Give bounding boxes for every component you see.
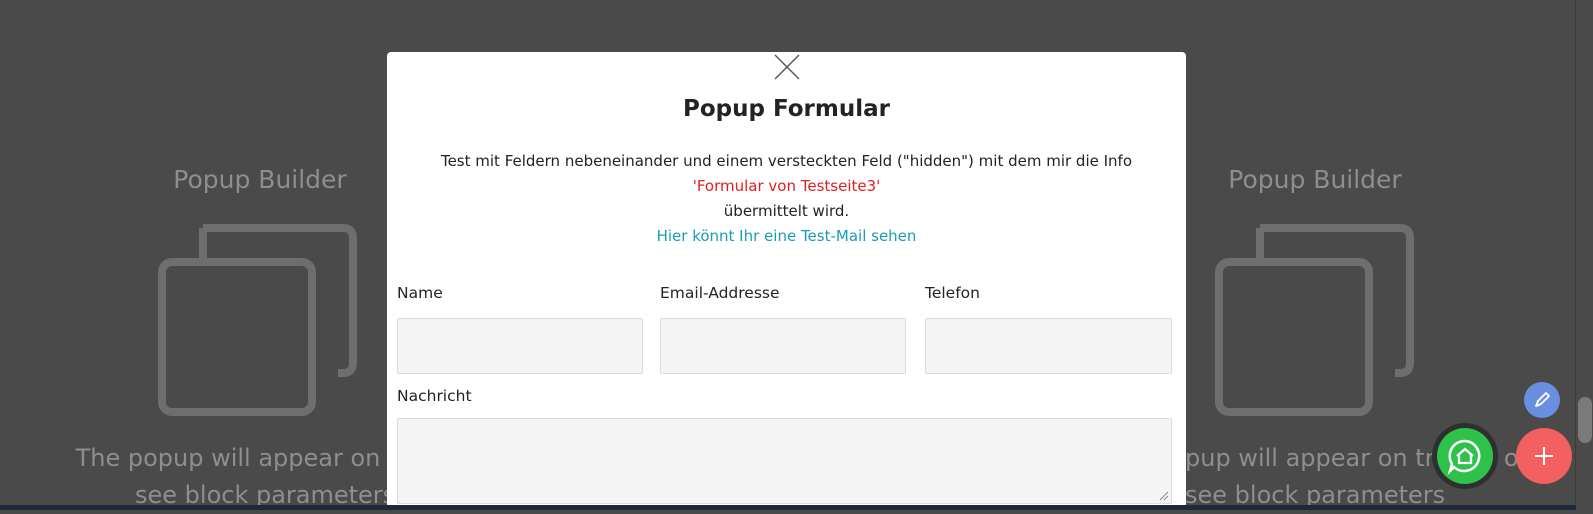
popup-modal: Popup Formular Test mit Feldern nebenein…: [387, 52, 1186, 510]
popup-builder-icon: [1215, 218, 1415, 422]
popup-builder-icon: [158, 218, 358, 422]
close-icon: [774, 54, 800, 80]
description-highlight: 'Formular von Testseite3': [692, 177, 881, 195]
name-input[interactable]: [397, 318, 643, 374]
whatsapp-button[interactable]: [1432, 423, 1498, 489]
test-mail-link[interactable]: Hier könnt Ihr eine Test-Mail sehen: [387, 224, 1186, 249]
close-button[interactable]: [772, 52, 802, 82]
page-scrollbar[interactable]: [1575, 0, 1593, 510]
name-label: Name: [397, 284, 443, 302]
whatsapp-icon: [1437, 428, 1493, 484]
phone-label: Telefon: [925, 284, 980, 302]
modal-description: Test mit Feldern nebeneinander und einem…: [387, 149, 1186, 249]
edit-button[interactable]: [1524, 382, 1560, 418]
email-input[interactable]: [660, 318, 906, 374]
bottom-edge-bar: [0, 505, 1576, 510]
description-line: Test mit Feldern nebeneinander und einem…: [440, 152, 1133, 170]
description-line: übermittelt wird.: [723, 202, 850, 220]
plus-icon: [1535, 447, 1553, 465]
add-button[interactable]: [1516, 428, 1572, 484]
phone-input[interactable]: [925, 318, 1172, 374]
message-textarea[interactable]: [397, 418, 1172, 504]
message-label: Nachricht: [397, 387, 472, 405]
resize-handle-icon[interactable]: [1159, 491, 1169, 501]
modal-title: Popup Formular: [683, 96, 890, 122]
email-label: Email-Addresse: [660, 284, 780, 302]
scrollbar-thumb[interactable]: [1578, 397, 1592, 443]
pencil-icon: [1535, 392, 1550, 407]
